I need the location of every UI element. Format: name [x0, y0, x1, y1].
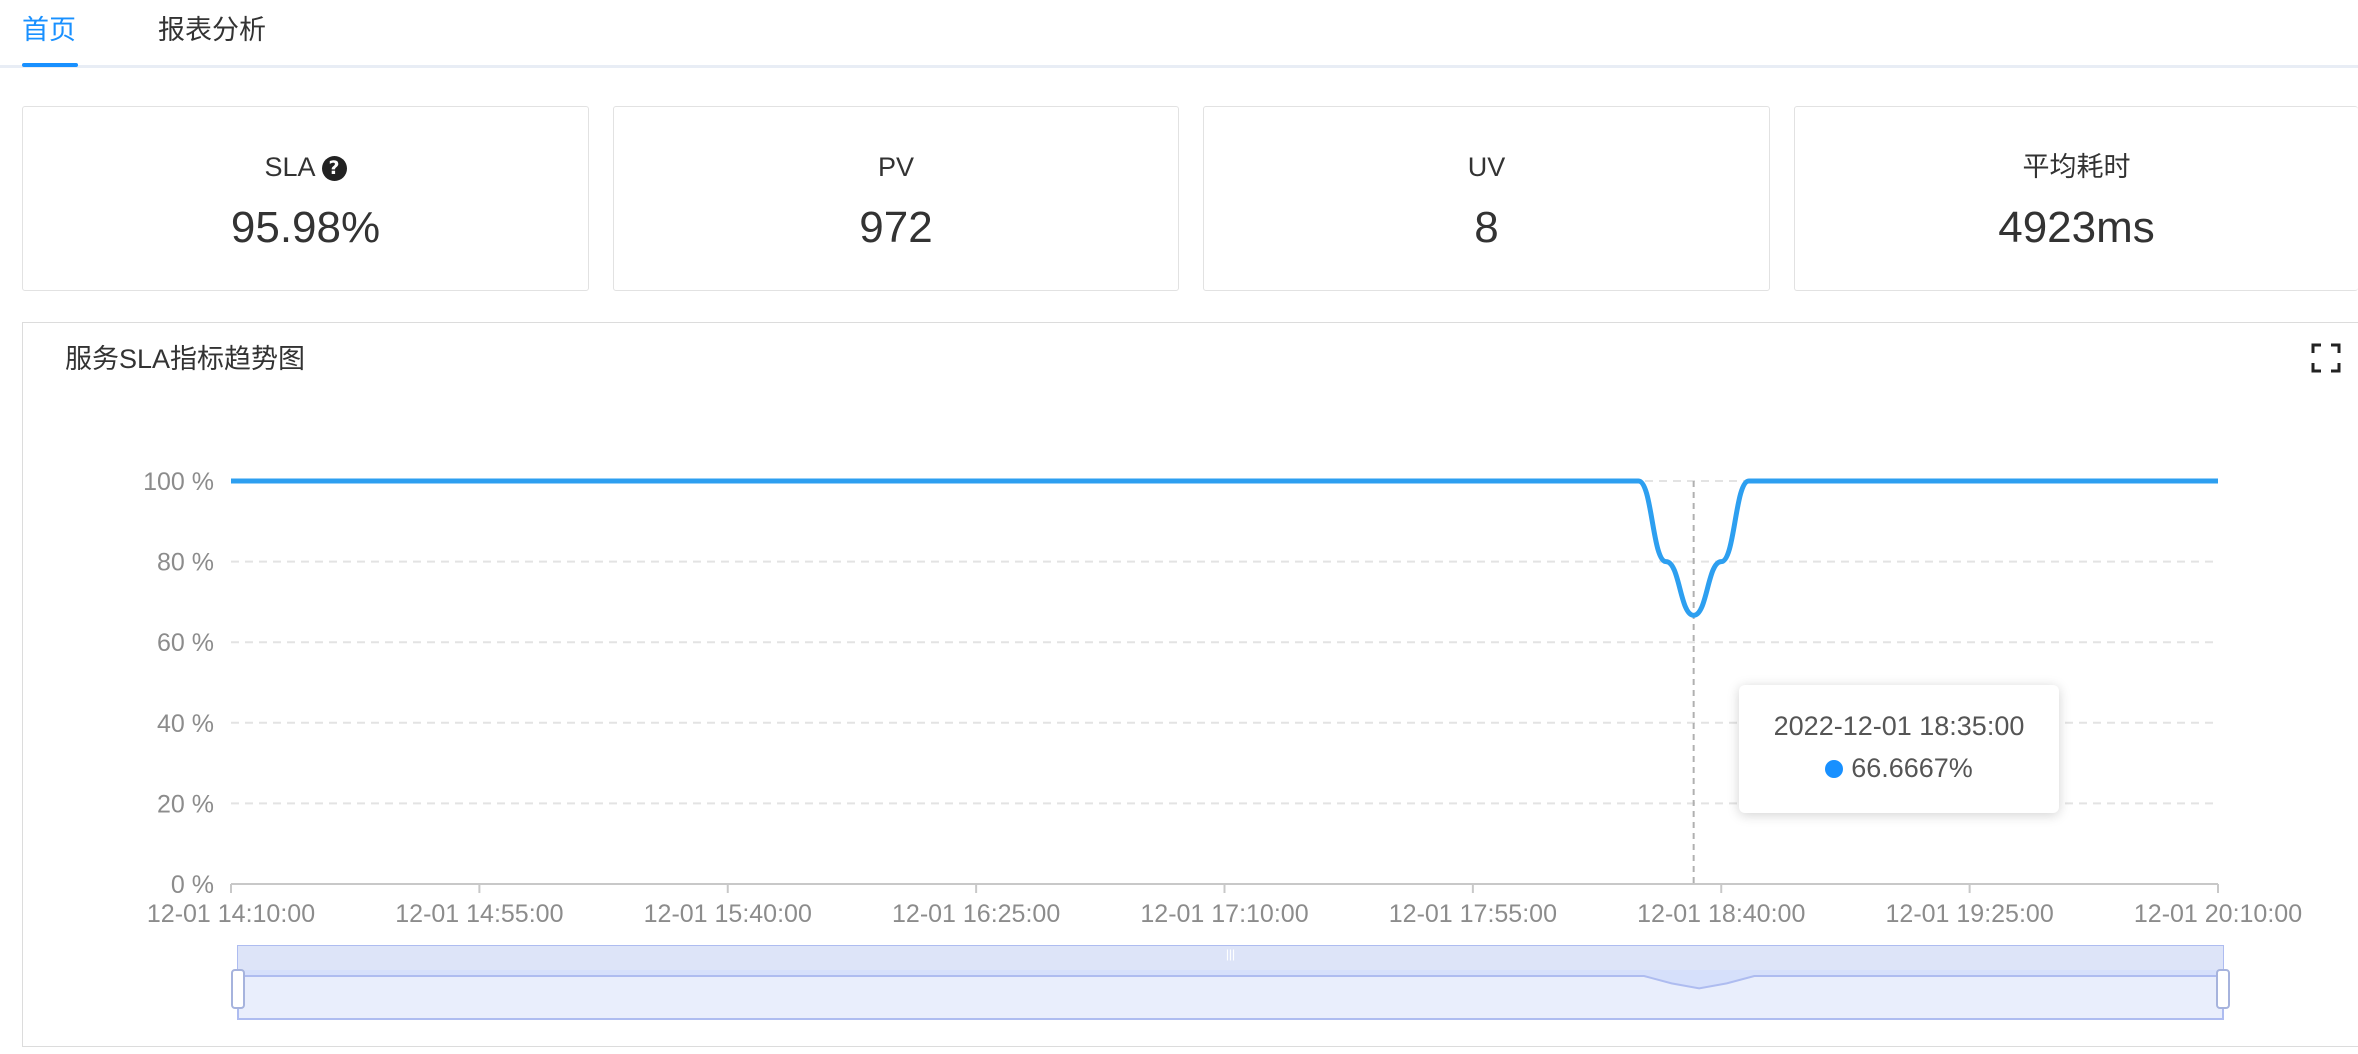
y-tick-label: 40 %	[157, 710, 214, 738]
x-tick-label: 12-01 20:10:00	[2134, 900, 2302, 928]
x-tick-label: 12-01 16:25:00	[892, 900, 1060, 928]
series-dot-icon	[1825, 760, 1844, 778]
x-axis: 12-01 14:10:00 12-01 14:55:00 12-01 15:40:…	[147, 883, 2302, 928]
y-tick-label: 0 %	[171, 871, 214, 899]
tooltip-value: 66.6667%	[1851, 753, 1973, 783]
x-tick-label: 12-01 15:40:00	[644, 900, 812, 928]
y-axis-ticks: 0 % 20 % 40 % 60 % 80 % 100 %	[143, 468, 214, 899]
x-tick-label: 12-01 19:25:00	[1886, 900, 2054, 928]
zoom-handle[interactable]	[2216, 969, 2230, 1009]
x-tick-label: 12-01 18:40:00	[1637, 900, 1805, 928]
zoom-grip-icon: |||	[1226, 947, 1235, 961]
y-tick-label: 60 %	[157, 629, 214, 657]
x-tick-label: 12-01 17:55:00	[1389, 900, 1557, 928]
x-tick-label: 12-01 14:55:00	[395, 900, 563, 928]
zoom-handle[interactable]	[231, 969, 245, 1009]
sla-line-chart: 0 %20 %40 %60 %80 %100 % 12-01 14:10:00 1…	[143, 468, 2302, 1020]
series-lines	[231, 478, 2218, 618]
chart-tooltip: 2022-12-01 18:35:00 66.6667%	[1739, 685, 2059, 813]
y-tick-label: 80 %	[157, 549, 214, 577]
series-line	[231, 478, 2218, 618]
zoom-preview-area	[237, 975, 2224, 1020]
y-tick-label: 20 %	[157, 790, 214, 818]
x-tick-label: 12-01 14:10:00	[147, 900, 315, 928]
data-zoom-slider: |||	[231, 945, 2230, 1020]
x-tick-label: 12-01 17:10:00	[1140, 900, 1308, 928]
y-tick-label: 100 %	[143, 468, 214, 496]
tooltip-time: 2022-12-01 18:35:00	[1773, 711, 2025, 741]
